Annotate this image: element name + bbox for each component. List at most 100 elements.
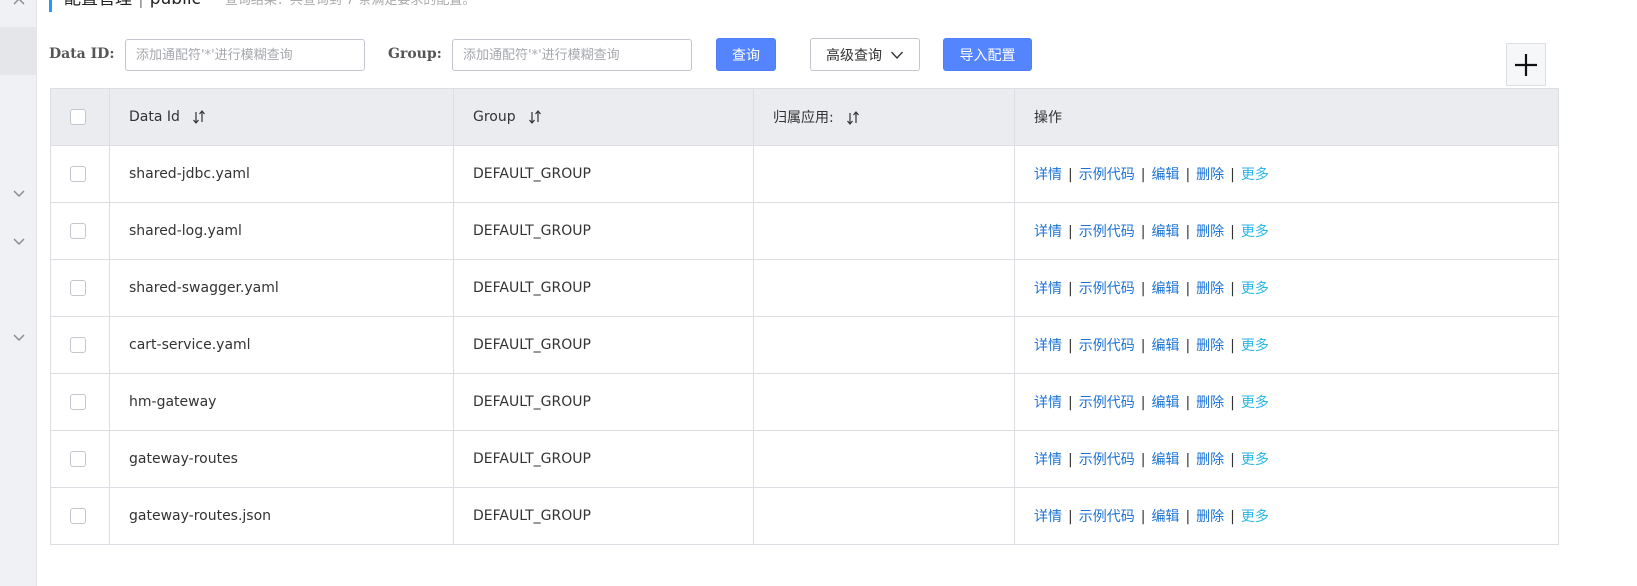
data-id-search-input[interactable] [125,39,365,71]
cell-operations: 详情 | 示例代码 | 编辑 | 删除 | 更多 [1014,373,1559,431]
more-link[interactable]: 更多 [1241,452,1269,468]
detail-link[interactable]: 详情 [1034,338,1062,354]
detail-link[interactable]: 详情 [1034,281,1062,297]
edit-link[interactable]: 编辑 [1151,167,1179,183]
sidebar [0,0,37,586]
cell-group: DEFAULT_GROUP [453,430,754,488]
column-header-operations: 操作 [1014,88,1559,146]
detail-link[interactable]: 详情 [1034,167,1062,183]
chevron-down-icon[interactable] [12,186,26,200]
table-row: hm-gateway DEFAULT_GROUP 详情 | 示例代码 | 编辑 | 删除 | 更… [50,373,1559,431]
create-config-button[interactable] [1506,43,1546,86]
row-checkbox[interactable] [70,508,86,524]
select-all-checkbox[interactable] [70,109,86,125]
cell-data-id: cart-service.yaml [109,316,454,374]
table-row: shared-log.yaml DEFAULT_GROUP 详情 | 示例代码 | 编辑… [50,202,1559,260]
cell-operations: 详情 | 示例代码 | 编辑 | 删除 | 更多 [1014,430,1559,488]
advanced-query-label: 高级查询 [826,47,882,64]
sample-code-link[interactable]: 示例代码 [1079,281,1135,297]
table-header-row: Data Id Group 归属应用: 操作 [50,88,1559,146]
sample-code-link[interactable]: 示例代码 [1079,452,1135,468]
cell-operations: 详情 | 示例代码 | 编辑 | 删除 | 更多 [1014,202,1559,260]
row-checkbox[interactable] [70,280,86,296]
sort-icon[interactable] [846,110,860,126]
sort-icon[interactable] [528,109,542,125]
delete-link[interactable]: 删除 [1196,167,1224,183]
cell-operations: 详情 | 示例代码 | 编辑 | 删除 | 更多 [1014,316,1559,374]
detail-link[interactable]: 详情 [1034,509,1062,525]
chevron-up-icon[interactable] [12,0,26,9]
cell-operations: 详情 | 示例代码 | 编辑 | 删除 | 更多 [1014,487,1559,545]
more-link[interactable]: 更多 [1241,509,1269,525]
cell-group: DEFAULT_GROUP [453,316,754,374]
cell-data-id: hm-gateway [109,373,454,431]
delete-link[interactable]: 删除 [1196,509,1224,525]
cell-group: DEFAULT_GROUP [453,373,754,431]
more-link[interactable]: 更多 [1241,167,1269,183]
column-header-label: 归属应用: [773,110,834,126]
row-checkbox[interactable] [70,166,86,182]
more-link[interactable]: 更多 [1241,281,1269,297]
row-checkbox[interactable] [70,394,86,410]
config-table: Data Id Group 归属应用: 操作 shared-jdbc.yaml … [50,88,1559,545]
sample-code-link[interactable]: 示例代码 [1079,509,1135,525]
delete-link[interactable]: 删除 [1196,338,1224,354]
delete-link[interactable]: 删除 [1196,395,1224,411]
cell-data-id: gateway-routes [109,430,454,488]
sort-icon[interactable] [192,109,206,125]
column-header-data-id[interactable]: Data Id [109,88,454,146]
edit-link[interactable]: 编辑 [1151,224,1179,240]
edit-link[interactable]: 编辑 [1151,452,1179,468]
table-row: shared-swagger.yaml DEFAULT_GROUP 详情 | 示例代… [50,259,1559,317]
detail-link[interactable]: 详情 [1034,224,1062,240]
group-label: Group: [388,46,442,62]
detail-link[interactable]: 详情 [1034,452,1062,468]
cell-data-id: shared-log.yaml [109,202,454,260]
cell-app [753,487,1015,545]
table-row: gateway-routes.json DEFAULT_GROUP 详情 | 示例代… [50,487,1559,545]
more-link[interactable]: 更多 [1241,395,1269,411]
edit-link[interactable]: 编辑 [1151,509,1179,525]
more-link[interactable]: 更多 [1241,224,1269,240]
column-header-label: 操作 [1034,110,1062,126]
cell-app [753,373,1015,431]
cell-group: DEFAULT_GROUP [453,259,754,317]
cell-app [753,259,1015,317]
delete-link[interactable]: 删除 [1196,281,1224,297]
advanced-query-button[interactable]: 高级查询 [810,38,920,71]
detail-link[interactable]: 详情 [1034,395,1062,411]
cell-data-id: gateway-routes.json [109,487,454,545]
row-checkbox[interactable] [70,337,86,353]
sample-code-link[interactable]: 示例代码 [1079,224,1135,240]
edit-link[interactable]: 编辑 [1151,395,1179,411]
edit-link[interactable]: 编辑 [1151,338,1179,354]
group-search-input[interactable] [452,39,692,71]
namespace-label: public [150,0,201,9]
column-header-group[interactable]: Group [453,88,754,146]
cell-app [753,316,1015,374]
edit-link[interactable]: 编辑 [1151,281,1179,297]
chevron-down-icon[interactable] [12,330,26,344]
data-id-label: Data ID: [49,46,115,62]
table-row: cart-service.yaml DEFAULT_GROUP 详情 | 示例代码 |… [50,316,1559,374]
sample-code-link[interactable]: 示例代码 [1079,338,1135,354]
column-header-label: Data Id [129,109,180,125]
sample-code-link[interactable]: 示例代码 [1079,167,1135,183]
select-all-cell [50,88,110,146]
more-link[interactable]: 更多 [1241,338,1269,354]
column-header-app[interactable]: 归属应用: [753,88,1015,146]
delete-link[interactable]: 删除 [1196,224,1224,240]
import-config-button[interactable]: 导入配置 [943,38,1032,71]
plus-icon [1513,52,1539,78]
query-button-label: 查询 [732,47,760,64]
delete-link[interactable]: 删除 [1196,452,1224,468]
cell-data-id: shared-swagger.yaml [109,259,454,317]
query-button[interactable]: 查询 [716,38,776,71]
sidebar-selected-item[interactable] [0,27,37,75]
chevron-down-icon[interactable] [12,234,26,248]
sample-code-link[interactable]: 示例代码 [1079,395,1135,411]
title-separator: | [138,0,144,9]
row-checkbox[interactable] [70,223,86,239]
row-checkbox[interactable] [70,451,86,467]
cell-group: DEFAULT_GROUP [453,487,754,545]
